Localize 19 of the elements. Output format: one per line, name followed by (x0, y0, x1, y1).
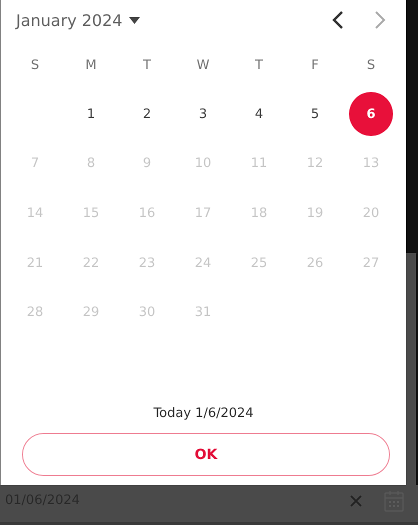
weekday-label: W (196, 58, 210, 72)
day-button[interactable]: 3 (181, 92, 225, 136)
day-button[interactable]: 5 (293, 92, 337, 136)
day-button[interactable]: 4 (237, 92, 281, 136)
ok-button[interactable]: OK (22, 433, 390, 476)
today-label: Today 1/6/2024 (152, 406, 255, 421)
weekday-label: T (255, 58, 263, 72)
previous-month-button[interactable] (332, 11, 344, 29)
weekday-label: F (311, 58, 319, 72)
clear-icon[interactable] (350, 494, 362, 506)
day-button[interactable]: 1 (69, 92, 113, 136)
weekday-label: S (30, 58, 40, 72)
day-button[interactable]: 6 (349, 92, 393, 136)
month-dropdown[interactable]: January 2024 (16, 10, 140, 30)
day-button[interactable]: 2 (125, 92, 169, 136)
weekday-label: M (85, 58, 97, 72)
caret-icon (129, 16, 140, 24)
weekday-label: S (366, 58, 376, 72)
weekday-label: T (143, 58, 151, 72)
